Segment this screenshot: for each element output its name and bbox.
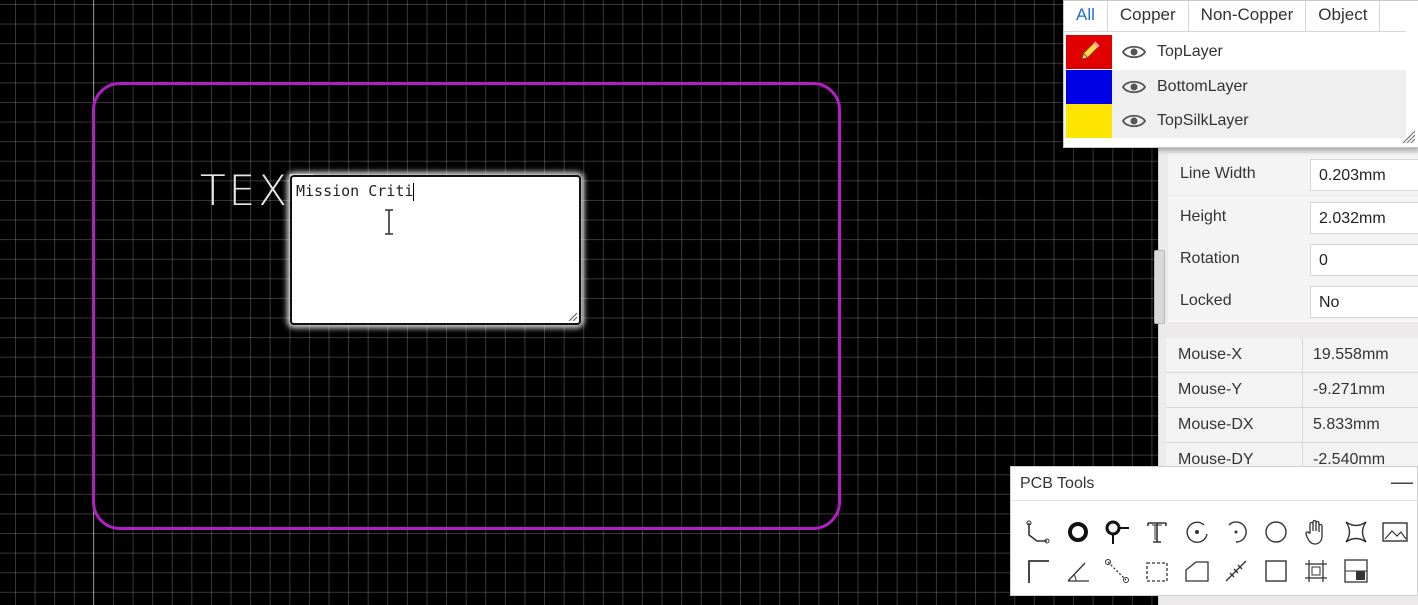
group-tool-icon[interactable] bbox=[1301, 556, 1331, 586]
table-row: Mouse-Y -9.271mm bbox=[1166, 373, 1418, 408]
locked-select[interactable]: No ⌄ bbox=[1310, 286, 1418, 318]
line-width-label: Line Width bbox=[1180, 165, 1256, 182]
resize-grip-icon[interactable] bbox=[567, 311, 577, 321]
layer-tabs: All Copper Non-Copper Object bbox=[1064, 1, 1406, 32]
text-tool-icon[interactable] bbox=[1142, 517, 1172, 547]
text-edit-value: Mission Criti bbox=[296, 182, 414, 200]
prop-row-locked: Locked No ⌄ bbox=[1168, 280, 1418, 322]
pencil-icon bbox=[1081, 41, 1100, 60]
connect-tool-icon[interactable] bbox=[1102, 556, 1132, 586]
mouse-x-value: 19.558mm bbox=[1302, 338, 1418, 372]
layer-row-toplayer[interactable]: TopLayer bbox=[1064, 35, 1406, 69]
locked-select-value: No bbox=[1319, 294, 1340, 311]
pad-tool-icon[interactable] bbox=[1063, 517, 1093, 547]
table-row: Mouse-DX 5.833mm bbox=[1166, 408, 1418, 443]
pan-hand-icon[interactable] bbox=[1301, 517, 1331, 547]
toplayer-name: TopLayer bbox=[1157, 43, 1223, 60]
measure-tool-icon[interactable] bbox=[1221, 556, 1251, 586]
text-caret bbox=[413, 182, 415, 201]
tab-non-copper[interactable]: Non-Copper bbox=[1189, 1, 1307, 31]
circle-tool-icon[interactable] bbox=[1261, 517, 1291, 547]
toplayer-color-swatch[interactable] bbox=[1066, 35, 1112, 69]
resize-grip-icon[interactable] bbox=[1401, 129, 1415, 143]
eye-icon[interactable] bbox=[1122, 113, 1146, 129]
ibeam-cursor-icon bbox=[385, 209, 393, 235]
tab-object[interactable]: Object bbox=[1306, 1, 1381, 31]
bottomlayer-color-swatch[interactable] bbox=[1066, 70, 1112, 104]
layer-row-bottomlayer[interactable]: BottomLayer bbox=[1064, 70, 1406, 104]
image-tool-icon[interactable] bbox=[1380, 517, 1410, 547]
mouse-y-label: Mouse-Y bbox=[1178, 381, 1243, 398]
text-edit-box[interactable]: Mission Criti bbox=[290, 175, 581, 325]
mouse-y-value: -9.271mm bbox=[1302, 373, 1418, 407]
arc-tool-icon[interactable] bbox=[1182, 517, 1212, 547]
height-input[interactable]: 2.032mm bbox=[1310, 202, 1418, 234]
mouse-dx-label: Mouse-DX bbox=[1178, 416, 1254, 433]
track-tool-icon[interactable] bbox=[1023, 517, 1053, 547]
pcb-tools-title: PCB Tools bbox=[1020, 475, 1095, 492]
rect-tool-icon[interactable] bbox=[1261, 556, 1291, 586]
copper-area-tool-icon[interactable] bbox=[1142, 556, 1172, 586]
topsilklayer-name: TopSilkLayer bbox=[1157, 112, 1249, 129]
line-width-input[interactable]: 0.203mm bbox=[1310, 159, 1418, 191]
angle-tool-icon[interactable] bbox=[1063, 556, 1093, 586]
solid-region-tool-icon[interactable] bbox=[1182, 556, 1212, 586]
minimize-button[interactable]: — bbox=[1391, 469, 1413, 495]
bottomlayer-name: BottomLayer bbox=[1157, 78, 1248, 95]
rotation-label: Rotation bbox=[1180, 250, 1240, 267]
eye-icon[interactable] bbox=[1122, 79, 1146, 95]
prop-row-rotation: Rotation 0 bbox=[1168, 238, 1418, 280]
locked-label: Locked bbox=[1180, 292, 1232, 309]
dimension-tool-icon[interactable] bbox=[1023, 556, 1053, 586]
height-label: Height bbox=[1180, 208, 1227, 225]
mouse-coordinates-table: Mouse-X 19.558mm Mouse-Y -9.271mm Mouse-… bbox=[1166, 338, 1418, 478]
pcb-tools-panel: PCB Tools — bbox=[1010, 466, 1418, 596]
prop-row-line-width: Line Width 0.203mm bbox=[1168, 153, 1418, 195]
mouse-x-label: Mouse-X bbox=[1178, 346, 1243, 363]
eye-icon[interactable] bbox=[1122, 44, 1146, 60]
via-tool-icon[interactable] bbox=[1102, 517, 1132, 547]
panel-collapse-handle[interactable] bbox=[1154, 250, 1165, 324]
center-arc-tool-icon[interactable] bbox=[1221, 517, 1251, 547]
tab-all[interactable]: All bbox=[1064, 1, 1108, 31]
tab-copper[interactable]: Copper bbox=[1108, 1, 1189, 31]
layer-row-topsilklayer[interactable]: TopSilkLayer bbox=[1064, 104, 1406, 138]
table-row: Mouse-X 19.558mm bbox=[1166, 338, 1418, 373]
mouse-dx-value: 5.833mm bbox=[1302, 408, 1418, 442]
table-tool-icon[interactable] bbox=[1341, 556, 1371, 586]
prop-row-height: Height 2.032mm bbox=[1168, 196, 1418, 238]
topsilklayer-color-swatch[interactable] bbox=[1066, 104, 1112, 138]
hole-tool-icon[interactable] bbox=[1341, 517, 1371, 547]
rotation-input[interactable]: 0 bbox=[1310, 244, 1418, 276]
layers-panel: All Copper Non-Copper Object TopLayer Bo… bbox=[1063, 0, 1418, 148]
